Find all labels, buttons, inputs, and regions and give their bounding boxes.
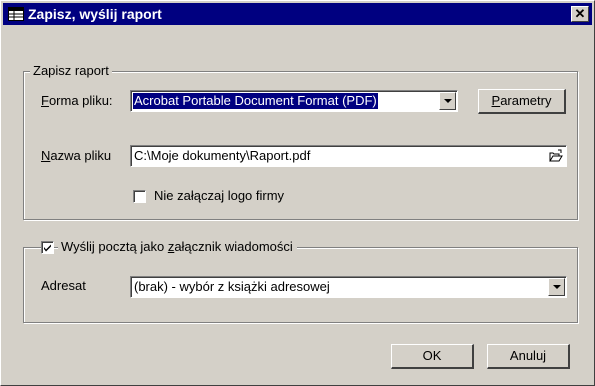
send-mail-checkbox[interactable]: [41, 241, 54, 254]
no-logo-label: Nie załączaj logo firmy: [154, 188, 285, 203]
save-report-legend: Zapisz raport: [30, 63, 112, 79]
no-logo-checkbox[interactable]: [133, 190, 146, 203]
file-name-label: Nazwa pliku: [41, 148, 112, 163]
window-title: Zapisz, wyślij raport: [28, 6, 162, 22]
recipient-value: (brak) - wybór z książki adresowej: [134, 279, 330, 294]
file-format-select[interactable]: Acrobat Portable Document Format (PDF): [130, 90, 458, 112]
open-folder-icon[interactable]: [549, 149, 563, 163]
file-format-label: Forma pliku:: [41, 93, 113, 108]
chevron-down-icon[interactable]: [548, 278, 565, 296]
close-icon: ✕: [574, 6, 586, 21]
file-name-value: C:\Moje dokumenty\Raport.pdf: [134, 148, 311, 163]
check-icon: [44, 244, 51, 252]
recipient-select[interactable]: (brak) - wybór z książki adresowej: [130, 276, 567, 298]
chevron-down-icon[interactable]: [439, 92, 456, 110]
file-format-value: Acrobat Portable Document Format (PDF): [133, 93, 378, 109]
report-icon: [8, 7, 24, 21]
ok-button[interactable]: OK: [391, 344, 474, 369]
parameters-button[interactable]: Parametry: [478, 89, 566, 114]
title-bar: Zapisz, wyślij raport ✕: [3, 3, 592, 25]
cancel-button[interactable]: Anuluj: [487, 344, 570, 369]
file-name-input[interactable]: C:\Moje dokumenty\Raport.pdf: [130, 145, 567, 167]
recipient-label: Adresat: [41, 278, 86, 293]
send-mail-label: Wyślij pocztą jako załącznik wiadomości: [58, 239, 297, 255]
close-button[interactable]: ✕: [571, 6, 589, 22]
dialog-window: Zapisz, wyślij raport ✕ Zapisz raport Fo…: [0, 0, 595, 386]
